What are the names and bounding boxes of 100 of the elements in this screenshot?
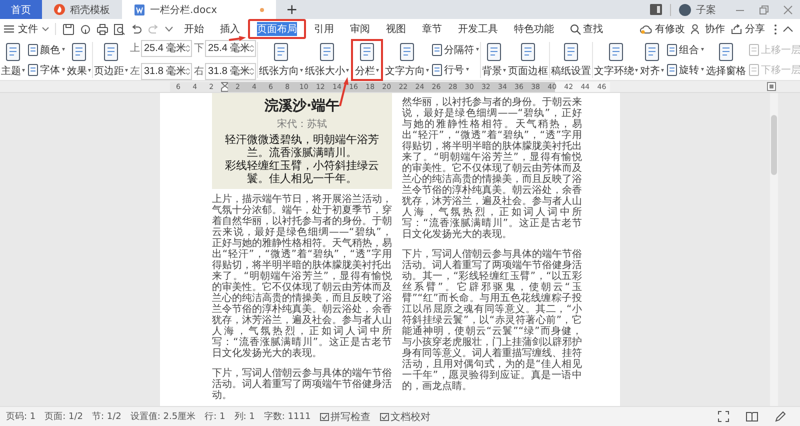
book-icon[interactable] [746, 411, 758, 422]
document-icon [666, 44, 678, 56]
status-item: 字数: 1111 [264, 410, 311, 423]
pen-icon[interactable] [775, 411, 786, 422]
status-button[interactable]: 拼写检查 [320, 410, 371, 424]
margin-label: 上 [130, 42, 140, 55]
document-icon [271, 42, 291, 62]
status-item: 页码: 1 [6, 411, 36, 423]
restore-icon[interactable] [759, 4, 769, 14]
user-name[interactable]: 子案 [696, 2, 716, 16]
ribbon-button[interactable]: 主题 [1, 42, 25, 78]
ribbon-button[interactable]: 背景 [482, 42, 506, 78]
caret-icon [42, 27, 49, 31]
caret-icon [376, 69, 379, 72]
toolbar-action[interactable]: 分享 [731, 22, 765, 36]
caret-icon [476, 48, 479, 51]
customize-caret-icon[interactable] [165, 26, 173, 32]
document-icon [69, 42, 89, 62]
margin-field[interactable]: 25.4 毫米 [141, 40, 192, 56]
ribbon-tab[interactable]: 开发工具 [452, 20, 504, 38]
paragraph: 下片，写词人偕朝云参与具体的端午节俗活动。词人着重写了两项端午节俗健身活动。 [212, 368, 392, 401]
ribbon-button[interactable]: 分栏 [351, 38, 383, 80]
status-item: 行: 1 [204, 411, 226, 423]
ribbon-tab[interactable]: 视图 [380, 20, 412, 38]
document-icon [748, 44, 760, 56]
check-icon [320, 412, 329, 420]
person-icon [691, 24, 702, 34]
menu-icon [4, 25, 14, 33]
paragraph: 然华丽，以衬托参与者的身份。于朝云来说，最好是绿色细绸——“碧纨”，正好与她的雅静性格相符。天气稍热，易出“轻汗”，“微透”着“碧纨”，“透”字用得贴切，将半明半暗的肤体朦胧美衬托出来了。“明朝端午浴芳兰”，显得有愉悦的审美性。它不仅体现了朝云由芳体而及兰心的纯洁高贵的情操美，而且反映了浴兰令节俗的淳朴纯真美。朝云浴处，余香犹存，沐芳浴兰，遍及社会。参与者人山人海，气氛热烈，正如词人词中所写：“流香涨腻满晴川”。这正是古老节日文化发扬光大的表现。 [402, 97, 582, 240]
home-tab[interactable]: 首页 [0, 0, 42, 19]
document-icon [27, 44, 39, 56]
ribbon-button[interactable]: 文字方向 [385, 42, 429, 78]
ribbon-button[interactable]: 行号 [431, 62, 479, 76]
cloud-icon [640, 24, 652, 34]
ribbon-tab[interactable]: 特色功能 [508, 20, 560, 38]
ribbon-button[interactable]: 纸张方向 [259, 42, 303, 78]
arrow [228, 36, 246, 41]
poem-line: 彩线轻缠红玉臂，小符斜挂绿云鬟。佳人相见一千年。 [224, 159, 380, 185]
document-icon [397, 42, 417, 62]
spinner-icon [250, 44, 254, 52]
ribbon-button[interactable]: 选择窗格 [706, 42, 746, 78]
new-tab-button[interactable]: + [276, 0, 308, 19]
margin-field[interactable]: 25.4 毫米 [205, 40, 256, 56]
document-tab[interactable]: 一栏分栏.docx [122, 0, 276, 19]
ribbon-tab[interactable]: 审阅 [344, 20, 376, 38]
print-icon[interactable] [97, 24, 108, 34]
ruler-toggle-icon[interactable] [767, 82, 776, 91]
ribbon-tab[interactable]: 页面布局 [248, 19, 306, 39]
fullscreen-icon[interactable] [718, 411, 729, 422]
vertical-scrollbar[interactable] [770, 93, 778, 406]
check-icon [380, 412, 389, 420]
ribbon-button[interactable]: 分隔符 [431, 42, 479, 56]
ribbon-button[interactable]: 效果 [67, 42, 91, 78]
indent-marker-icon[interactable] [220, 82, 228, 92]
ribbon-button[interactable]: 纸张大小 [305, 42, 349, 78]
ribbon-tab[interactable]: 引用 [308, 20, 340, 38]
undo-icon[interactable] [131, 24, 142, 34]
ribbon-button[interactable]: 组合 [666, 42, 704, 56]
document-icon [666, 64, 678, 76]
ribbon-button[interactable]: 页边距 [94, 42, 128, 78]
margin-field[interactable]: 31.8 毫米 [205, 62, 256, 80]
ribbon-tab[interactable]: 开始 [178, 20, 210, 38]
status-button[interactable]: 文档校对 [380, 410, 431, 424]
status-item: 列: 1 [234, 410, 255, 423]
document-icon [134, 4, 145, 16]
document-icon [3, 42, 23, 62]
share-icon [731, 24, 742, 34]
paragraph: 下片，写词人偕朝云参与具体的端午节俗活动。词人着重写了两项端午节俗健身活动。其一，“彩线轻缠红玉臂”，“以五彩丝系臂”。它辟邪驱鬼，使朝云“玉臂”“红”而长命。与用五色花线缠粽子投江以吊屈原之魂有同等意义。其二，“小符斜挂绿云鬟”，以“赤灵符著心前”，它能通神明，使朝云“云鬟”“绿”而身健，与小孩穿老虎服壮，门上挂蒲剑以辟邪护身有同等意义。词人着重描写缠线、挂符活动，且用对偶句式，为的是“佳人相见一千年”，愿灵验得到应证。真是一语中的，画龙点睛。 [402, 249, 582, 392]
template-tab[interactable]: 稻壳模板 [42, 0, 122, 19]
margin-label: 右 [194, 65, 204, 78]
caret-icon [701, 48, 704, 51]
ribbon-button[interactable]: 颜色 [27, 42, 65, 56]
caret-icon [661, 69, 664, 72]
close-icon[interactable] [783, 4, 793, 14]
ribbon-button[interactable]: 稿纸设置 [551, 42, 591, 78]
ribbon-button[interactable]: 对齐 [640, 42, 664, 78]
avatar[interactable] [679, 4, 691, 16]
collapse-icon[interactable] [783, 26, 793, 32]
paragraph: 上片，描示端午节日，将开展浴兰活动，气氛十分浓郁。端午，处于初夏季节，穿着自然华丽，以衬托参与者的身份。于朝云来说，最好是绿色细绸——“碧纨”，正好与她的雅静性格相符。天气稍热，易出“轻汗”，“微透”着“碧纨”，“透”字用得贴切，将半明半暗的肤体朦胧美衬托出来了。“明朝端午浴芳兰”，显得有愉悦的审美性。它不仅体现了朝云由芳体而及兰心的纯洁高贵的情操美，而且反映了浴兰令节俗的淳朴纯真美。朝云浴处，余香犹存，沐芳浴兰，遍及社会。参与者人山人海，气氛热烈，正如词人词中所写：“流香涨腻满晴川”。这正是古老节日文化发扬光大的表现。 [212, 194, 392, 359]
toolbar-action[interactable]: 有修改 [640, 22, 685, 36]
margin-field[interactable]: 31.8 毫米 [141, 62, 192, 80]
ribbon-button[interactable]: 文字环绕 [594, 42, 638, 78]
save-icon[interactable] [63, 24, 74, 34]
print-preview-icon[interactable] [114, 24, 125, 34]
toolbar-action[interactable]: 协作 [691, 22, 725, 36]
document-icon [561, 42, 581, 62]
search-button[interactable]: 查找 [564, 20, 609, 38]
ribbon-button[interactable]: 页面边框 [508, 42, 548, 78]
ribbon-tab[interactable]: 章节 [416, 20, 448, 38]
ribbon-button[interactable]: 旋转 [666, 62, 704, 76]
ribbon-button[interactable]: 字体 [27, 62, 65, 76]
more-icon[interactable] [774, 24, 777, 34]
file-menu[interactable]: 文件 [4, 22, 49, 36]
spinner-icon [186, 44, 190, 52]
caret-icon [635, 69, 638, 72]
document-icon [357, 42, 377, 62]
document-icon [431, 64, 443, 76]
ribbon-tab[interactable]: 插入 [214, 20, 246, 38]
margin-label: 左 [130, 65, 140, 78]
window-icon[interactable] [650, 4, 662, 15]
